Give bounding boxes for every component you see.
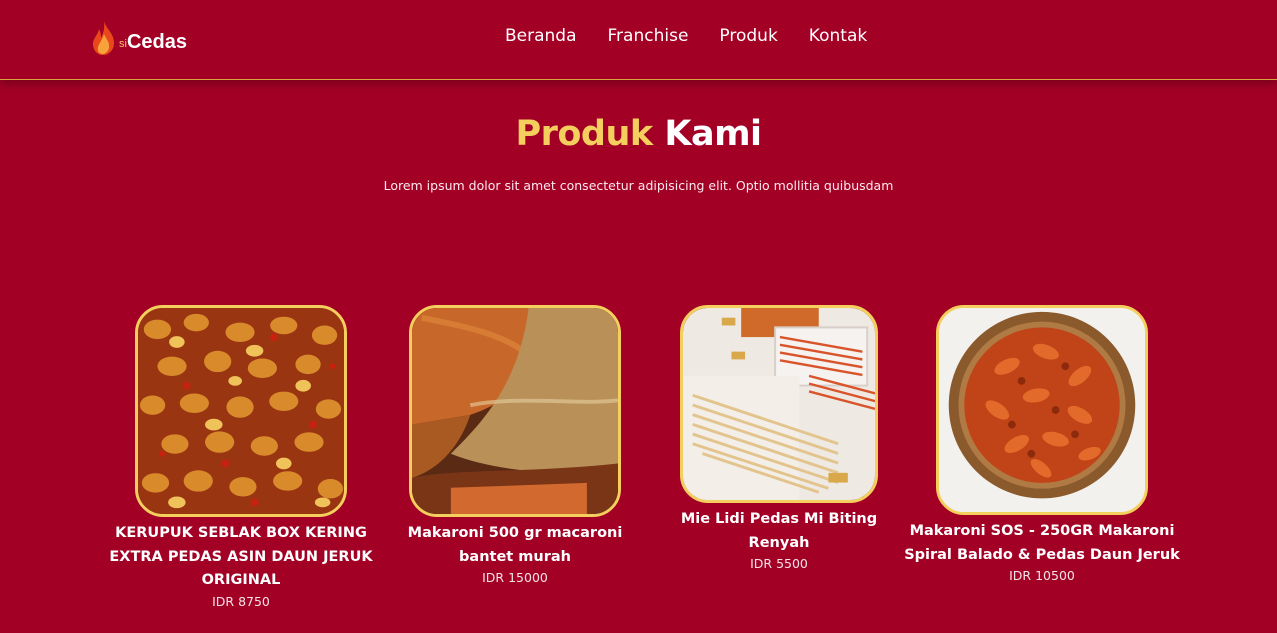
brand-logo[interactable]: si Cedas <box>90 20 187 56</box>
section-subtitle: Lorem ipsum dolor sit amet consectetur a… <box>383 178 894 193</box>
main-nav: Beranda Franchise Produk Kontak <box>505 26 867 46</box>
product-image-makaroni-spiral[interactable] <box>936 305 1148 515</box>
product-card[interactable]: Mie Lidi Pedas Mi Biting Renyah IDR 5500 <box>660 305 898 571</box>
product-price: IDR 5500 <box>750 556 808 571</box>
product-name: Makaroni SOS - 250GR Makaroni Spiral Bal… <box>904 523 1180 563</box>
product-name: Mie Lidi Pedas Mi Biting Renyah <box>680 511 878 551</box>
section-title-rest: Kami <box>664 114 762 154</box>
navbar: si Cedas Beranda Franchise Produk Kontak <box>0 0 1277 80</box>
nav-link-beranda[interactable]: Beranda <box>505 26 577 46</box>
product-card[interactable]: Makaroni SOS - 250GR Makaroni Spiral Bal… <box>904 305 1180 583</box>
product-card[interactable]: KERUPUK SEBLAK BOX KERING EXTRA PEDAS AS… <box>106 305 376 609</box>
nav-link-produk[interactable]: Produk <box>719 26 777 46</box>
product-price: IDR 15000 <box>482 570 548 585</box>
product-name: Makaroni 500 gr macaroni bantet murah <box>407 525 623 565</box>
brand-name: Cedas <box>126 31 187 53</box>
brand-prefix: si <box>119 38 127 50</box>
flame-icon <box>90 20 118 56</box>
product-price: IDR 10500 <box>1009 568 1075 583</box>
section-title: Produk Kami <box>0 114 1277 154</box>
product-card[interactable]: Makaroni 500 gr macaroni bantet murah ID… <box>398 305 632 585</box>
product-image-kerupuk[interactable] <box>135 305 347 517</box>
product-name: KERUPUK SEBLAK BOX KERING EXTRA PEDAS AS… <box>109 525 373 588</box>
product-image-makaroni-bags[interactable] <box>409 305 621 517</box>
product-image-mie-lidi[interactable] <box>680 305 878 503</box>
product-price: IDR 8750 <box>212 593 270 609</box>
nav-link-kontak[interactable]: Kontak <box>809 26 867 46</box>
nav-link-franchise[interactable]: Franchise <box>608 26 689 46</box>
section-title-accent: Produk <box>515 114 653 154</box>
